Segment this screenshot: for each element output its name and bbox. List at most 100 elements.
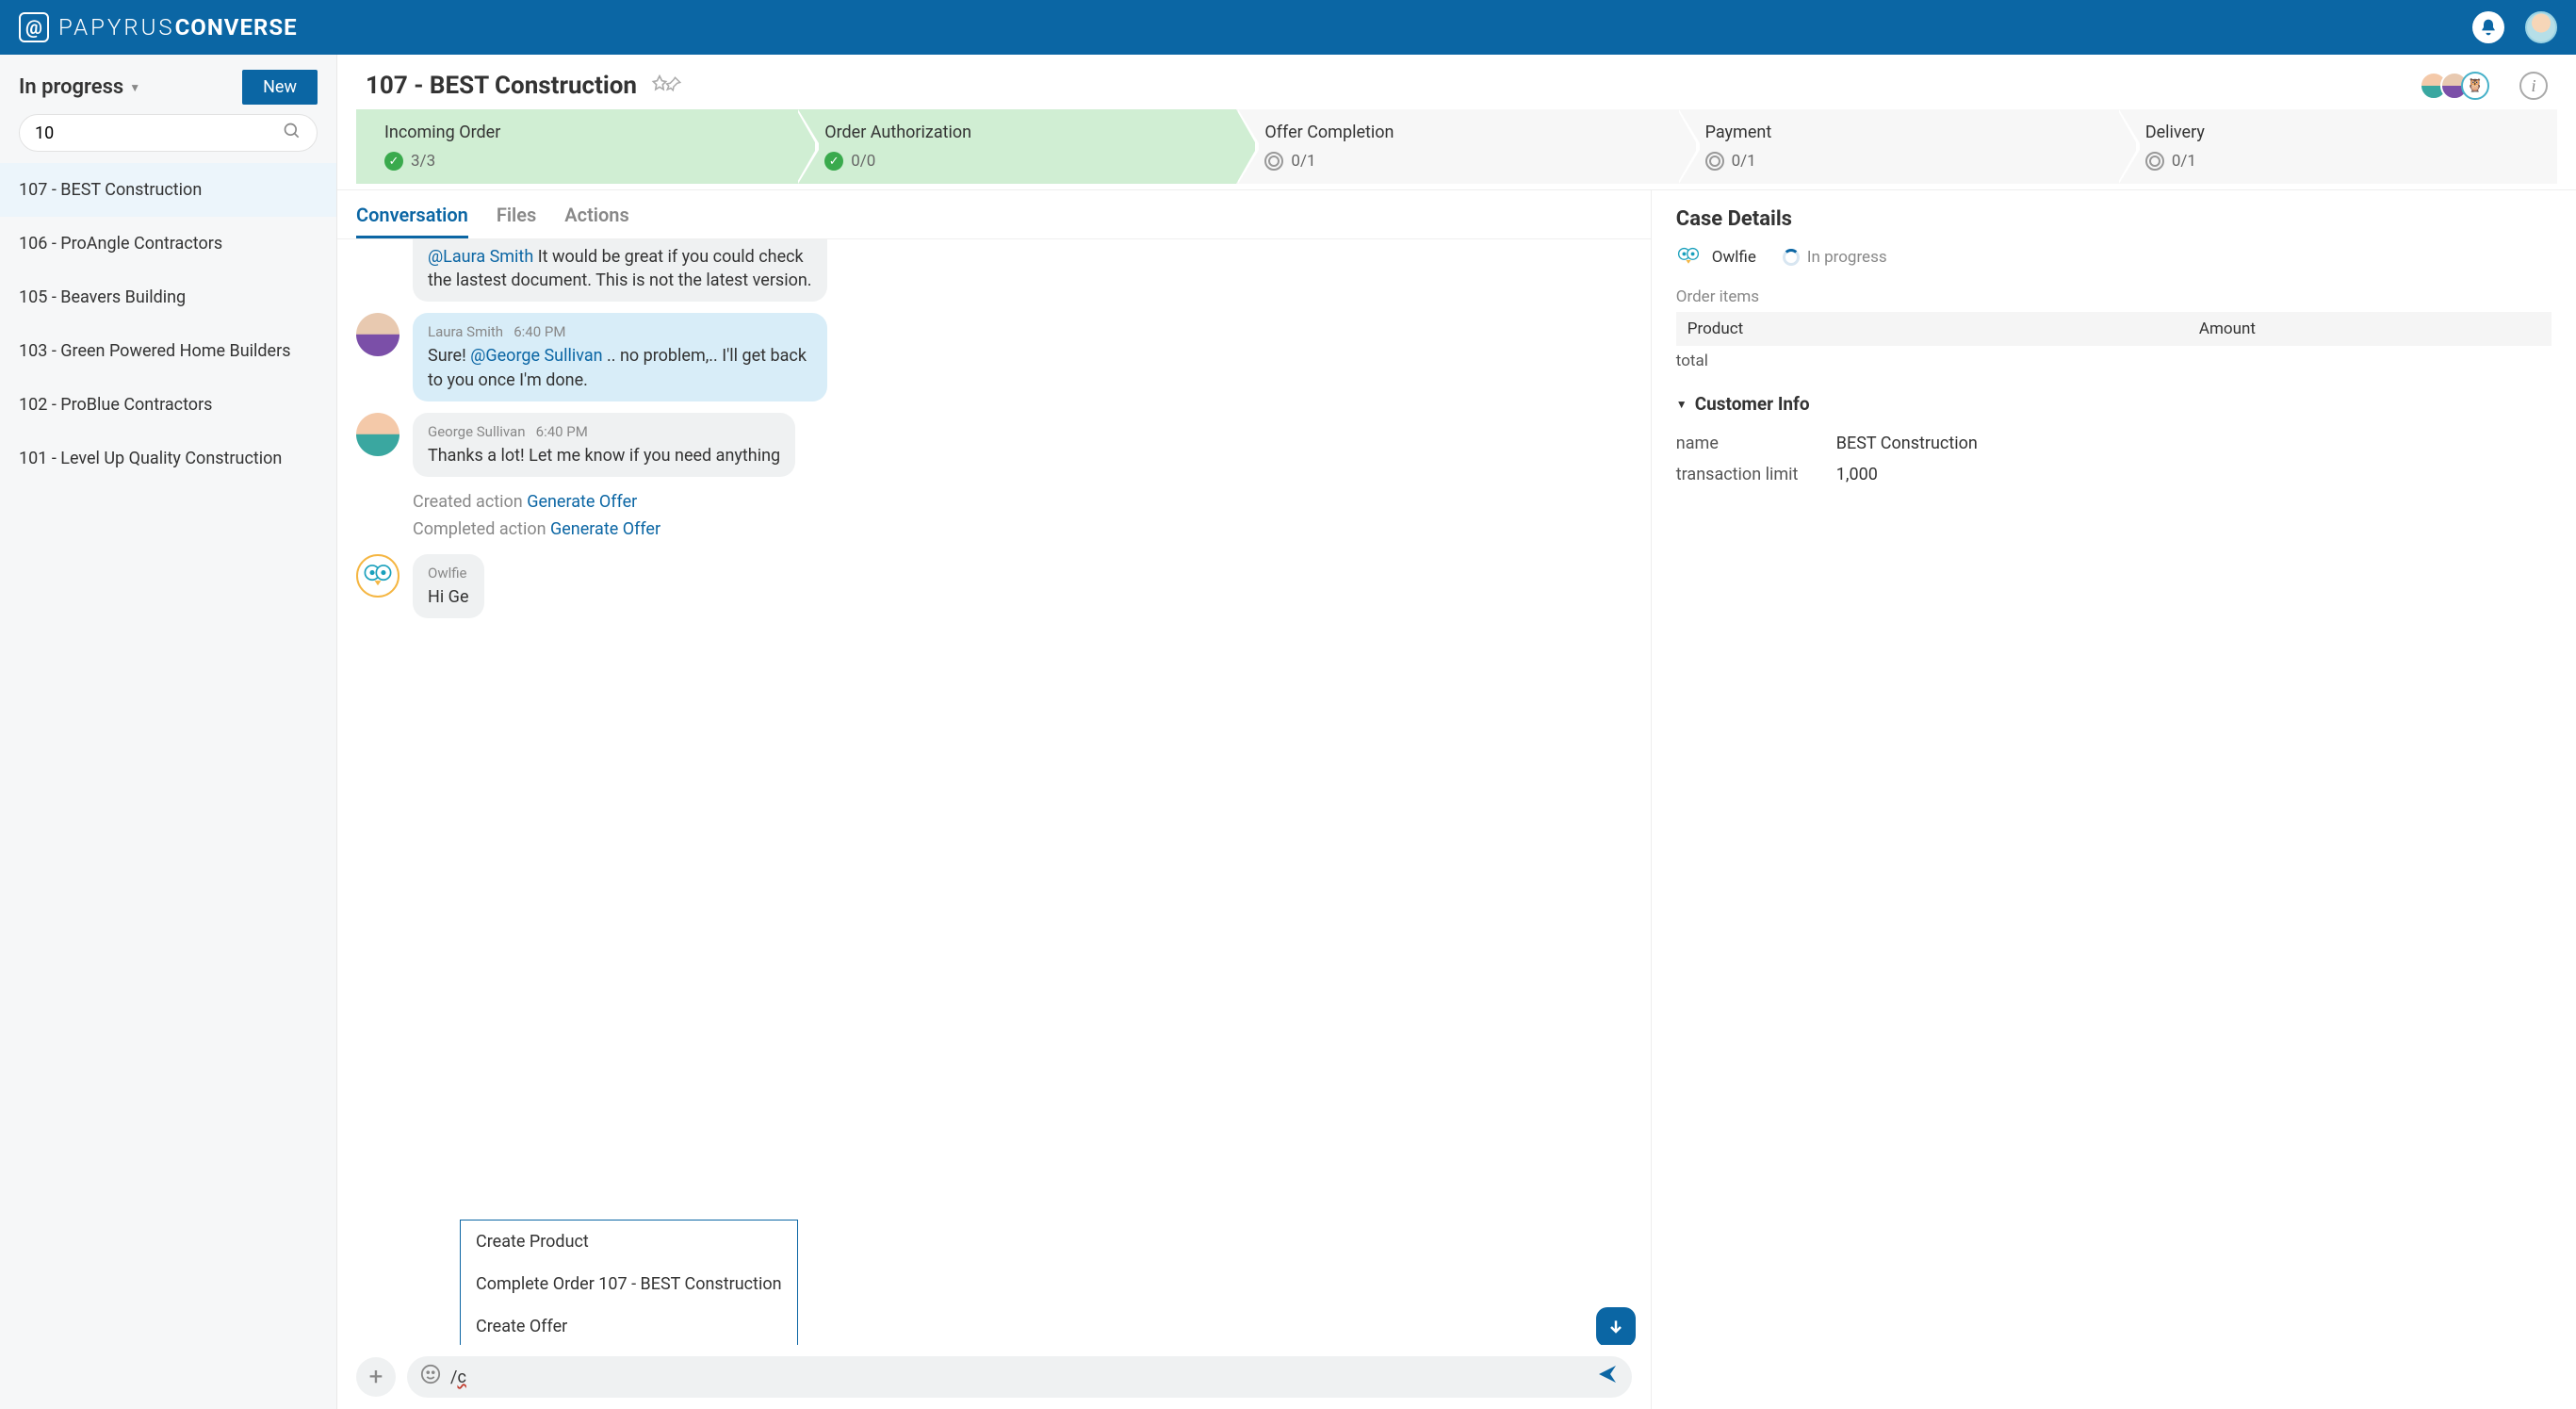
- field-transaction-limit: transaction limit 1,000: [1676, 459, 2552, 490]
- case-list-item[interactable]: 102 - ProBlue Contractors: [0, 378, 336, 432]
- status-text: In progress: [1807, 248, 1887, 267]
- slash-command-popup: Create ProductComplete Order 107 - BEST …: [460, 1220, 798, 1345]
- system-event: Created action Generate Offer: [413, 488, 1622, 516]
- assignee-name: Owlfie: [1712, 248, 1756, 267]
- stage-progress: Incoming Order ✓ 3/3 Order Authorization ✓…: [337, 109, 2576, 184]
- sidebar-filter-dropdown[interactable]: In progress ▼: [19, 75, 140, 99]
- timestamp: 6:40 PM: [514, 323, 565, 340]
- stage-name: Payment: [1705, 123, 2108, 142]
- check-icon: ✓: [824, 152, 843, 171]
- tab-conversation[interactable]: Conversation: [356, 204, 468, 238]
- typed-text: /c: [450, 1368, 466, 1387]
- message-bubble: Laura Smith 6:40 PM Sure! @George Sulliv…: [413, 313, 827, 401]
- case-details-pane: Case Details Owlfie In progress Order it…: [1652, 190, 2576, 1409]
- search-input[interactable]: [35, 123, 283, 143]
- stage-name: Incoming Order: [384, 123, 787, 142]
- caret-down-icon: ▼: [129, 81, 140, 94]
- search-icon: [283, 122, 302, 145]
- user-avatar: [356, 413, 399, 456]
- participants[interactable]: 🦉: [2427, 72, 2489, 100]
- stage-name: Offer Completion: [1264, 123, 1667, 142]
- stage[interactable]: Incoming Order ✓ 3/3: [356, 109, 796, 184]
- main-pane: 107 - BEST Construction 🦉 i Incoming Ord…: [337, 55, 2576, 1409]
- message-text: Thanks a lot! Let me know if you need an…: [428, 446, 780, 466]
- notifications-button[interactable]: [2472, 11, 2504, 43]
- case-title: 107 - BEST Construction: [366, 72, 637, 100]
- stage[interactable]: Offer Completion 0/1: [1236, 109, 1676, 184]
- app-logo: @ PAPYRUSCONVERSE: [19, 12, 298, 42]
- logo-text-2: CONVERSE: [175, 14, 298, 41]
- stage-count: 3/3: [411, 152, 435, 171]
- target-icon: [2145, 152, 2164, 171]
- col-amount: Amount: [2199, 319, 2540, 338]
- stage-name: Delivery: [2145, 123, 2548, 142]
- logo-mark-icon: @: [19, 12, 49, 42]
- triangle-down-icon: ▼: [1676, 398, 1687, 411]
- search-input-wrap[interactable]: [19, 114, 318, 152]
- participant-avatar-owlfie[interactable]: 🦉: [2461, 72, 2489, 100]
- tabs: Conversation Files Actions: [337, 190, 1651, 239]
- stage-name: Order Authorization: [824, 123, 1227, 142]
- bell-icon: [2479, 18, 2498, 37]
- logo-text-1: PAPYRUS: [58, 14, 175, 41]
- action-link[interactable]: Generate Offer: [527, 492, 637, 512]
- suggestion-item[interactable]: Create Product: [461, 1221, 797, 1263]
- case-list-item[interactable]: 105 - Beavers Building: [0, 270, 336, 324]
- tab-actions[interactable]: Actions: [564, 204, 628, 238]
- message-text: Hi Ge: [428, 587, 469, 607]
- case-list-item[interactable]: 103 - Green Powered Home Builders: [0, 324, 336, 378]
- stage-count: 0/1: [2172, 152, 2196, 171]
- stage-count: 0/1: [1732, 152, 1756, 171]
- info-button[interactable]: i: [2519, 72, 2548, 100]
- system-event: Completed action Generate Offer: [413, 516, 1622, 543]
- tab-files[interactable]: Files: [497, 204, 536, 238]
- stage[interactable]: Order Authorization ✓ 0/0: [796, 109, 1236, 184]
- target-icon: [1264, 152, 1283, 171]
- check-icon: ✓: [384, 152, 403, 171]
- attach-button[interactable]: +: [356, 1357, 396, 1397]
- composer: + /c: [337, 1345, 1651, 1409]
- stage[interactable]: Payment 0/1: [1677, 109, 2117, 184]
- case-list: 107 - BEST Construction106 - ProAngle Co…: [0, 163, 336, 485]
- stage-count: 0/0: [851, 152, 875, 171]
- sidebar: In progress ▼ New 107 - BEST Constructio…: [0, 55, 337, 1409]
- total-label: total: [1676, 352, 2552, 370]
- case-list-item[interactable]: 107 - BEST Construction: [0, 163, 336, 217]
- owlfie-avatar: [356, 554, 399, 598]
- message-bubble: @Laura Smith It would be great if you co…: [413, 239, 827, 302]
- case-list-item[interactable]: 101 - Level Up Quality Construction: [0, 432, 336, 485]
- send-button[interactable]: [1596, 1363, 1619, 1391]
- action-link[interactable]: Generate Offer: [550, 519, 660, 539]
- user-avatar: [356, 313, 399, 356]
- suggestion-item[interactable]: Create Offer: [461, 1305, 797, 1345]
- message-bubble: George Sullivan 6:40 PM Thanks a lot! Le…: [413, 413, 795, 477]
- author: George Sullivan: [428, 423, 525, 440]
- stage[interactable]: Delivery 0/1: [2117, 109, 2557, 184]
- message-input[interactable]: /c: [407, 1356, 1632, 1398]
- mention[interactable]: @George Sullivan: [470, 346, 602, 366]
- col-product: Product: [1687, 319, 2199, 338]
- spinner-icon: [1783, 249, 1800, 266]
- messages-scroll[interactable]: @Laura Smith It would be great if you co…: [337, 239, 1651, 1345]
- status-chip: In progress: [1783, 248, 1887, 267]
- case-list-item[interactable]: 106 - ProAngle Contractors: [0, 217, 336, 270]
- order-items-label: Order items: [1676, 287, 2552, 306]
- field-name: name BEST Construction: [1676, 428, 2552, 459]
- scroll-to-bottom-button[interactable]: [1596, 1307, 1636, 1345]
- filter-label: In progress: [19, 75, 123, 99]
- current-user-avatar[interactable]: [2525, 11, 2557, 43]
- details-heading: Case Details: [1676, 207, 2552, 231]
- suggestion-item[interactable]: Complete Order 107 - BEST Construction: [461, 1263, 797, 1305]
- order-items-header: Product Amount: [1676, 312, 2552, 346]
- new-case-button[interactable]: New: [242, 70, 318, 105]
- customer-info-accordion[interactable]: ▼ Customer Info: [1676, 393, 2552, 415]
- emoji-icon[interactable]: [420, 1364, 441, 1390]
- timestamp: 6:40 PM: [536, 423, 588, 440]
- conversation-pane: Conversation Files Actions @Laura Smith It…: [337, 190, 1652, 1409]
- pin-icon[interactable]: [665, 75, 682, 96]
- stage-count: 0/1: [1291, 152, 1315, 171]
- owlfie-icon: [1676, 244, 1703, 270]
- mention[interactable]: @Laura Smith: [428, 247, 533, 267]
- message-bubble: Owlfie Hi Ge: [413, 554, 484, 618]
- author: Laura Smith: [428, 323, 503, 340]
